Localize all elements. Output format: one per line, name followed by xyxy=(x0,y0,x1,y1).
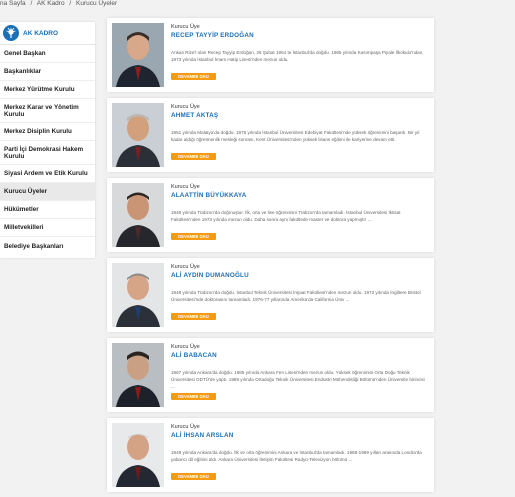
member-card: Kurucu Üye RECEP TAYYİP ERDOĞAN Ankan Ri… xyxy=(107,18,434,92)
member-name[interactable]: ALİ BABACAN xyxy=(171,352,217,359)
member-card: Kurucu Üye ALİ AYDIN DUMANOĞLU 1948 yılı… xyxy=(107,258,434,332)
sidebar: AK KADRO Genel Başkan Başkanlıklar Merke… xyxy=(0,22,95,258)
sidebar-item-belediye-baskanlari[interactable]: Belediye Başkanları xyxy=(0,237,95,255)
breadcrumb-section-link[interactable]: AK Kadro xyxy=(37,0,65,7)
member-role: Kurucu Üye xyxy=(171,344,200,350)
member-card: Kurucu Üye ALİ BABACAN 1967 yılında Anka… xyxy=(107,338,434,412)
read-more-button[interactable]: DEVAMINI OKU xyxy=(171,473,216,480)
member-role: Kurucu Üye xyxy=(171,104,200,110)
member-description: 1951 yılında Malatya'da doğdu. 1975 yılı… xyxy=(171,130,420,142)
member-role: Kurucu Üye xyxy=(171,184,200,190)
member-photo[interactable] xyxy=(112,183,164,247)
member-photo[interactable] xyxy=(112,343,164,407)
sidebar-item-parti-ici-demokrasi-hakem-kurulu[interactable]: Parti İçi Demokrasi Hakem Kurulu xyxy=(0,141,95,165)
member-name[interactable]: AHMET AKTAŞ xyxy=(171,112,218,119)
breadcrumb-home-link[interactable]: na Sayfa xyxy=(0,0,26,7)
read-more-button[interactable]: DEVAMINI OKU xyxy=(171,233,216,240)
member-description: 1948 yılında Trabzon'da doğdu. İstanbul … xyxy=(171,290,421,302)
ak-party-logo-icon xyxy=(3,25,19,41)
read-more-button[interactable]: DEVAMINI OKU xyxy=(171,313,216,320)
sidebar-item-kurucu-uyeler[interactable]: Kurucu Üyeler xyxy=(0,183,95,201)
breadcrumb-separator: / xyxy=(30,0,33,7)
sidebar-title: AK KADRO xyxy=(23,29,59,37)
sidebar-item-merkez-karar-yonetim-kurulu[interactable]: Merkez Karar ve Yönetim Kurulu xyxy=(0,99,95,123)
breadcrumb-separator: / xyxy=(69,0,72,7)
member-description: Ankan Rize'l olan Recep Tayyip Erdoğan, … xyxy=(171,50,424,62)
member-role: Kurucu Üye xyxy=(171,24,200,30)
breadcrumb-current: Kurucu Üyeler xyxy=(76,0,118,7)
member-card: Kurucu Üye ALAATTİN BÜYÜKKAYA 1946 yılın… xyxy=(107,178,434,252)
member-name[interactable]: ALAATTİN BÜYÜKKAYA xyxy=(171,192,246,199)
read-more-button[interactable]: DEVAMINI OKU xyxy=(171,393,216,400)
sidebar-item-milletvekilleri[interactable]: Milletvekilleri xyxy=(0,219,95,237)
sidebar-item-merkez-disiplin-kurulu[interactable]: Merkez Disiplin Kurulu xyxy=(0,123,95,141)
member-photo[interactable] xyxy=(112,103,164,167)
member-name[interactable]: RECEP TAYYİP ERDOĞAN xyxy=(171,32,254,39)
breadcrumb: na Sayfa / AK Kadro / Kurucu Üyeler xyxy=(0,0,120,10)
member-card: Kurucu Üye ALİ İHSAN ARSLAN 1949 yılında… xyxy=(107,418,434,492)
sidebar-item-siyasi-ardem-etik-kurulu[interactable]: Siyasi Ardem ve Etik Kurulu xyxy=(0,165,95,183)
member-role: Kurucu Üye xyxy=(171,264,200,270)
member-name[interactable]: ALİ İHSAN ARSLAN xyxy=(171,432,233,439)
member-photo[interactable] xyxy=(112,23,164,87)
sidebar-header: AK KADRO xyxy=(0,22,95,45)
member-photo[interactable] xyxy=(112,423,164,487)
read-more-button[interactable]: DEVAMINI OKU xyxy=(171,153,216,160)
member-photo[interactable] xyxy=(112,263,164,327)
member-name[interactable]: ALİ AYDIN DUMANOĞLU xyxy=(171,272,249,279)
member-description: 1949 yılında Ankara'da doğdu. İlk ve ort… xyxy=(171,450,422,462)
sidebar-item-hukumetler[interactable]: Hükümetler xyxy=(0,201,95,219)
member-card: Kurucu Üye AHMET AKTAŞ 1951 yılında Mala… xyxy=(107,98,434,172)
sidebar-item-genel-baskan[interactable]: Genel Başkan xyxy=(0,45,95,63)
member-role: Kurucu Üye xyxy=(171,424,200,430)
read-more-button[interactable]: DEVAMINI OKU xyxy=(171,73,216,80)
member-description: 1946 yılında Trabzon'da doğmuştur. İlk, … xyxy=(171,210,401,222)
sidebar-item-baskanliklar[interactable]: Başkanlıklar xyxy=(0,63,95,81)
sidebar-item-merkez-yurutme-kurulu[interactable]: Merkez Yürütme Kurulu xyxy=(0,81,95,99)
member-description: 1967 yılında Ankara'da doğdu. 1985 yılın… xyxy=(171,370,425,389)
